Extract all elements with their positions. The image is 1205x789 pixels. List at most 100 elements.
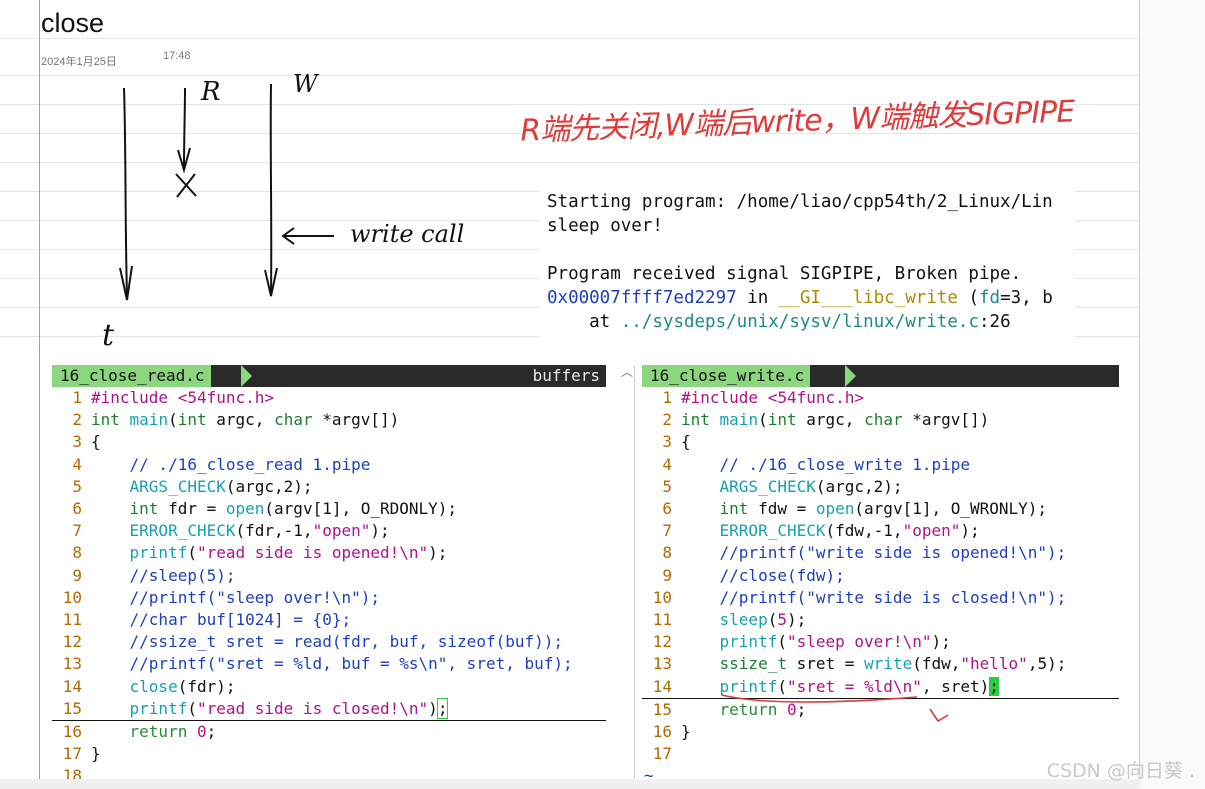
cursor: ; bbox=[436, 697, 449, 719]
gdb-output: Starting program: /home/liao/cpp54th/2_L… bbox=[540, 190, 1075, 342]
code-token: main bbox=[129, 410, 169, 430]
code-token: fdr = bbox=[158, 499, 226, 519]
code-line: 9 //sleep(5); bbox=[52, 565, 606, 587]
code-token: \n bbox=[399, 543, 419, 563]
code-token: \n bbox=[399, 698, 419, 718]
code-token: //printf("sret = %ld, buf = %s\n", sret,… bbox=[129, 654, 573, 674]
gdb-line bbox=[540, 238, 1075, 262]
line-number: 16 bbox=[62, 722, 82, 742]
line-number: 8 bbox=[72, 543, 82, 563]
red-underline-marks bbox=[721, 694, 949, 723]
code-token: ; bbox=[206, 722, 217, 742]
code-token: ( bbox=[187, 543, 197, 563]
line-number: 6 bbox=[72, 499, 82, 519]
code-line: 1 #include <54func.h> bbox=[52, 387, 606, 409]
gdb-line: sleep over! bbox=[547, 216, 663, 236]
gdb-text: :26 bbox=[979, 312, 1011, 332]
code-token: ); bbox=[428, 543, 448, 563]
line-number: 17 bbox=[62, 744, 82, 764]
code-token: //ssize_t sret = read(fdr, buf, sizeof(b… bbox=[129, 632, 564, 652]
line-number: 9 bbox=[72, 565, 82, 585]
label-r: R bbox=[200, 77, 221, 107]
code-token: ) bbox=[428, 698, 438, 718]
chevron-up-icon[interactable]: ︿ bbox=[621, 363, 633, 380]
code-token: 0 bbox=[187, 722, 207, 742]
line-number: 5 bbox=[72, 476, 82, 496]
label-w: W bbox=[293, 70, 320, 98]
code-line: 16 return 0; bbox=[52, 721, 606, 743]
code-token: "read side is opened! bbox=[196, 543, 400, 563]
code-token: *argv[]) bbox=[312, 410, 400, 430]
code-area[interactable]: 1 #include <54func.h> 2 int main(int argc,… bbox=[52, 387, 606, 779]
label-t: t bbox=[102, 318, 115, 353]
line-number: 1 bbox=[72, 388, 82, 407]
pane-divider bbox=[634, 365, 635, 779]
gdb-address: 0x00007ffff7ed2297 bbox=[547, 288, 737, 308]
line-number: 13 bbox=[62, 654, 82, 674]
label-write-call: write call bbox=[350, 220, 464, 248]
code-token: ( bbox=[187, 698, 197, 718]
code-token: return bbox=[129, 722, 188, 742]
code-line: 14 close(fdr); bbox=[52, 676, 606, 698]
pane-splitter[interactable] bbox=[606, 365, 642, 779]
code-token: argc, bbox=[206, 410, 275, 430]
gdb-function: __GI___libc_write bbox=[778, 288, 958, 308]
line-number: 2 bbox=[72, 410, 82, 430]
code-token: // ./16_close_read 1.pipe bbox=[129, 454, 371, 474]
code-token: char bbox=[274, 410, 313, 430]
code-line: 18 bbox=[52, 765, 606, 779]
code-token: (argc,2); bbox=[225, 476, 313, 496]
code-token: " bbox=[418, 543, 429, 563]
code-line: 5 ARGS_CHECK(argc,2); bbox=[52, 476, 606, 498]
line-number: 3 bbox=[72, 432, 82, 452]
horizontal-scrollbar[interactable] bbox=[0, 779, 1140, 789]
code-line: 8 printf("read side is opened!\n"); bbox=[52, 542, 606, 564]
code-line: 12 //ssize_t sret = read(fdr, buf, sizeo… bbox=[52, 631, 606, 653]
tab-16-close-read[interactable]: 16_close_read.c bbox=[52, 365, 211, 387]
code-line-current: 15 printf("read side is closed!\n"); bbox=[52, 697, 606, 722]
code-line: 10 //printf("sleep over!\n"); bbox=[52, 587, 606, 609]
code-token: //sleep(5); bbox=[129, 565, 236, 585]
code-token: ); bbox=[370, 521, 390, 541]
gdb-text: in bbox=[736, 288, 779, 308]
code-line: 11 //char buf[1024] = {0}; bbox=[52, 609, 606, 631]
code-token: } bbox=[91, 744, 101, 764]
code-line: 13 //printf("sret = %ld, buf = %s\n", sr… bbox=[52, 653, 606, 675]
gdb-arg: fd bbox=[979, 288, 1001, 308]
code-token: open bbox=[225, 499, 265, 519]
code-token: (fdr); bbox=[177, 676, 236, 696]
code-token: int bbox=[129, 499, 159, 519]
code-token: " bbox=[418, 698, 429, 718]
code-token: int bbox=[177, 410, 207, 430]
line-number: 15 bbox=[62, 698, 82, 718]
line-number: 11 bbox=[62, 610, 82, 630]
gdb-line: Program received signal SIGPIPE, Broken … bbox=[547, 264, 1022, 284]
line-number: 4 bbox=[72, 454, 82, 474]
code-token: (fdr,-1, bbox=[235, 521, 313, 541]
code-token: { bbox=[91, 432, 101, 452]
line-number: 7 bbox=[72, 521, 82, 541]
code-line: 17} bbox=[52, 743, 606, 765]
code-token: ARGS_CHECK bbox=[129, 476, 226, 496]
gdb-line: 0x00007ffff7ed2297 in __GI___libc_write … bbox=[540, 286, 1075, 310]
gdb-text: ( bbox=[957, 288, 980, 308]
scroll-gutter[interactable] bbox=[1140, 0, 1205, 789]
editor-pane-write[interactable]: 16_close_write.c 1 #include <54func.h> 2i… bbox=[642, 365, 1119, 779]
gdb-text: at bbox=[547, 312, 621, 332]
code-line: 2 int main(int argc, char *argv[]) bbox=[52, 409, 606, 431]
tab-bar: 16_close_read.c buffers bbox=[52, 365, 606, 387]
tab-arrow-icon bbox=[241, 365, 252, 387]
editor-pane-read[interactable]: 16_close_read.c buffers 1 #include <54fun… bbox=[52, 365, 606, 779]
watermark: CSDN @向日葵 . bbox=[1046, 760, 1195, 782]
code-token: #include <54func.h> bbox=[91, 388, 275, 407]
code-line: 4 // ./16_close_read 1.pipe bbox=[52, 454, 606, 476]
code-line: 6 int fdr = open(argv[1], O_RDONLY); bbox=[52, 498, 606, 520]
code-line: 7 ERROR_CHECK(fdr,-1,"open"); bbox=[52, 520, 606, 542]
code-line: 3{ bbox=[52, 431, 606, 453]
gdb-text: =3, b bbox=[1000, 288, 1053, 308]
code-token: ( bbox=[168, 410, 178, 430]
code-token: close bbox=[129, 676, 178, 696]
code-token: ERROR_CHECK bbox=[129, 521, 236, 541]
code-token: //printf("sleep over!\n"); bbox=[129, 587, 380, 607]
code-token: (argv[1], O_RDONLY); bbox=[264, 499, 458, 519]
